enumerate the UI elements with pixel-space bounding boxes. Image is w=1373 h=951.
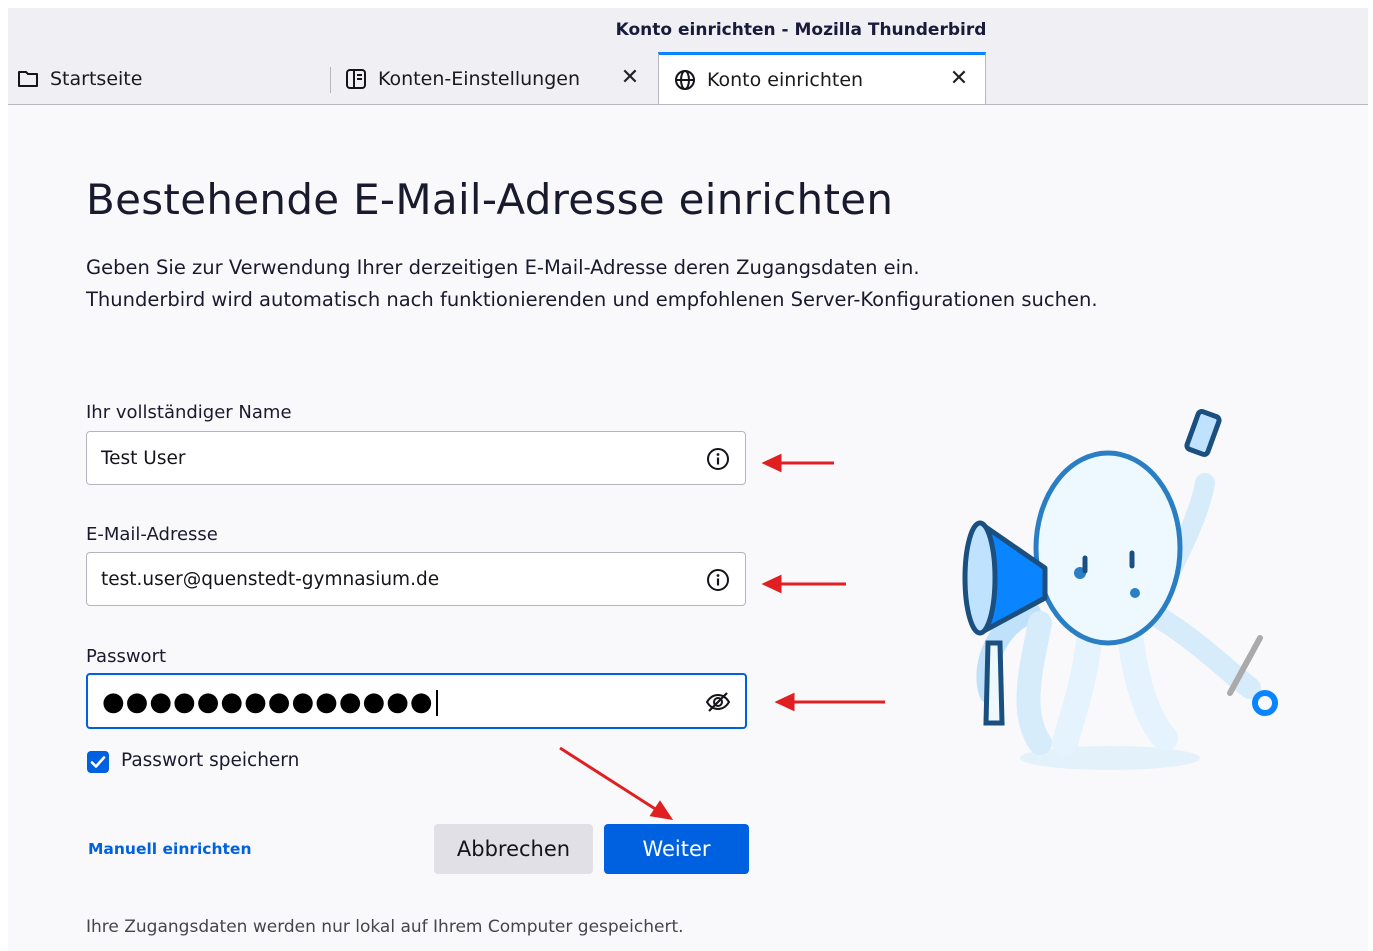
- info-icon[interactable]: [705, 446, 731, 472]
- text-caret: [435, 689, 438, 716]
- privacy-footnote: Ihre Zugangsdaten werden nur lokal auf I…: [86, 917, 684, 937]
- email-value: test.user@quenstedt-gymnasium.de: [101, 569, 440, 590]
- title-bar: Konto einrichten - Mozilla Thunderbird: [8, 8, 1368, 53]
- intro-text-line-2: Thunderbird wird automatisch nach funkti…: [86, 288, 1098, 311]
- wrench-icon: [983, 640, 1005, 726]
- mascot-tentacle: [1016, 611, 1052, 755]
- mascot-body: [1033, 450, 1183, 646]
- globe-icon: [673, 68, 697, 92]
- close-icon[interactable]: ✕: [618, 66, 642, 90]
- mascot-tentacle: [1117, 620, 1178, 751]
- tool-icon: [1184, 409, 1222, 457]
- megaphone-opening: [962, 520, 998, 636]
- account-settings-icon: [344, 67, 368, 91]
- intro-text-line-1: Geben Sie zur Verwendung Ihrer derzeitig…: [86, 256, 920, 279]
- password-value: ●●●●●●●●●●●●●●: [102, 687, 438, 717]
- continue-button[interactable]: Weiter: [604, 824, 749, 874]
- info-icon[interactable]: [705, 567, 731, 593]
- close-icon[interactable]: ✕: [947, 67, 971, 91]
- mascot-spot: [1130, 588, 1140, 598]
- tab-strip: Startseite Konten-Einstellungen ✕ Konto …: [8, 52, 1368, 105]
- tab-konto-einrichten[interactable]: Konto einrichten ✕: [658, 52, 986, 104]
- tab-label: Konto einrichten: [707, 68, 864, 91]
- tab-separator: [330, 67, 331, 93]
- email-label: E-Mail-Adresse: [86, 524, 218, 545]
- name-label: Ihr vollständiger Name: [86, 402, 292, 423]
- hide-password-icon[interactable]: [705, 689, 731, 715]
- remember-password-checkbox[interactable]: [87, 751, 109, 773]
- remember-password-label[interactable]: Passwort speichern: [121, 750, 299, 771]
- password-field[interactable]: ●●●●●●●●●●●●●●: [86, 673, 747, 729]
- email-field[interactable]: test.user@quenstedt-gymnasium.de: [86, 552, 746, 606]
- tab-startseite[interactable]: Startseite: [16, 53, 331, 104]
- octopus-mascot-illustration: [962, 409, 1278, 770]
- password-label: Passwort: [86, 646, 167, 667]
- window-title: Konto einrichten - Mozilla Thunderbird: [615, 20, 987, 40]
- manual-setup-link[interactable]: Manuell einrichten: [88, 840, 251, 858]
- page-title: Bestehende E-Mail-Adresse einrichten: [86, 175, 894, 224]
- folder-icon: [16, 67, 40, 91]
- tab-label: Startseite: [50, 67, 143, 90]
- tab-label: Konten-Einstellungen: [378, 67, 581, 90]
- mascot-tentacle: [1052, 620, 1103, 756]
- scissors-handle: [1252, 690, 1278, 716]
- cancel-button[interactable]: Abbrechen: [434, 824, 593, 874]
- name-field[interactable]: Test User: [86, 431, 746, 485]
- tab-konten-einstellungen[interactable]: Konten-Einstellungen ✕: [344, 53, 654, 104]
- name-value: Test User: [101, 448, 186, 469]
